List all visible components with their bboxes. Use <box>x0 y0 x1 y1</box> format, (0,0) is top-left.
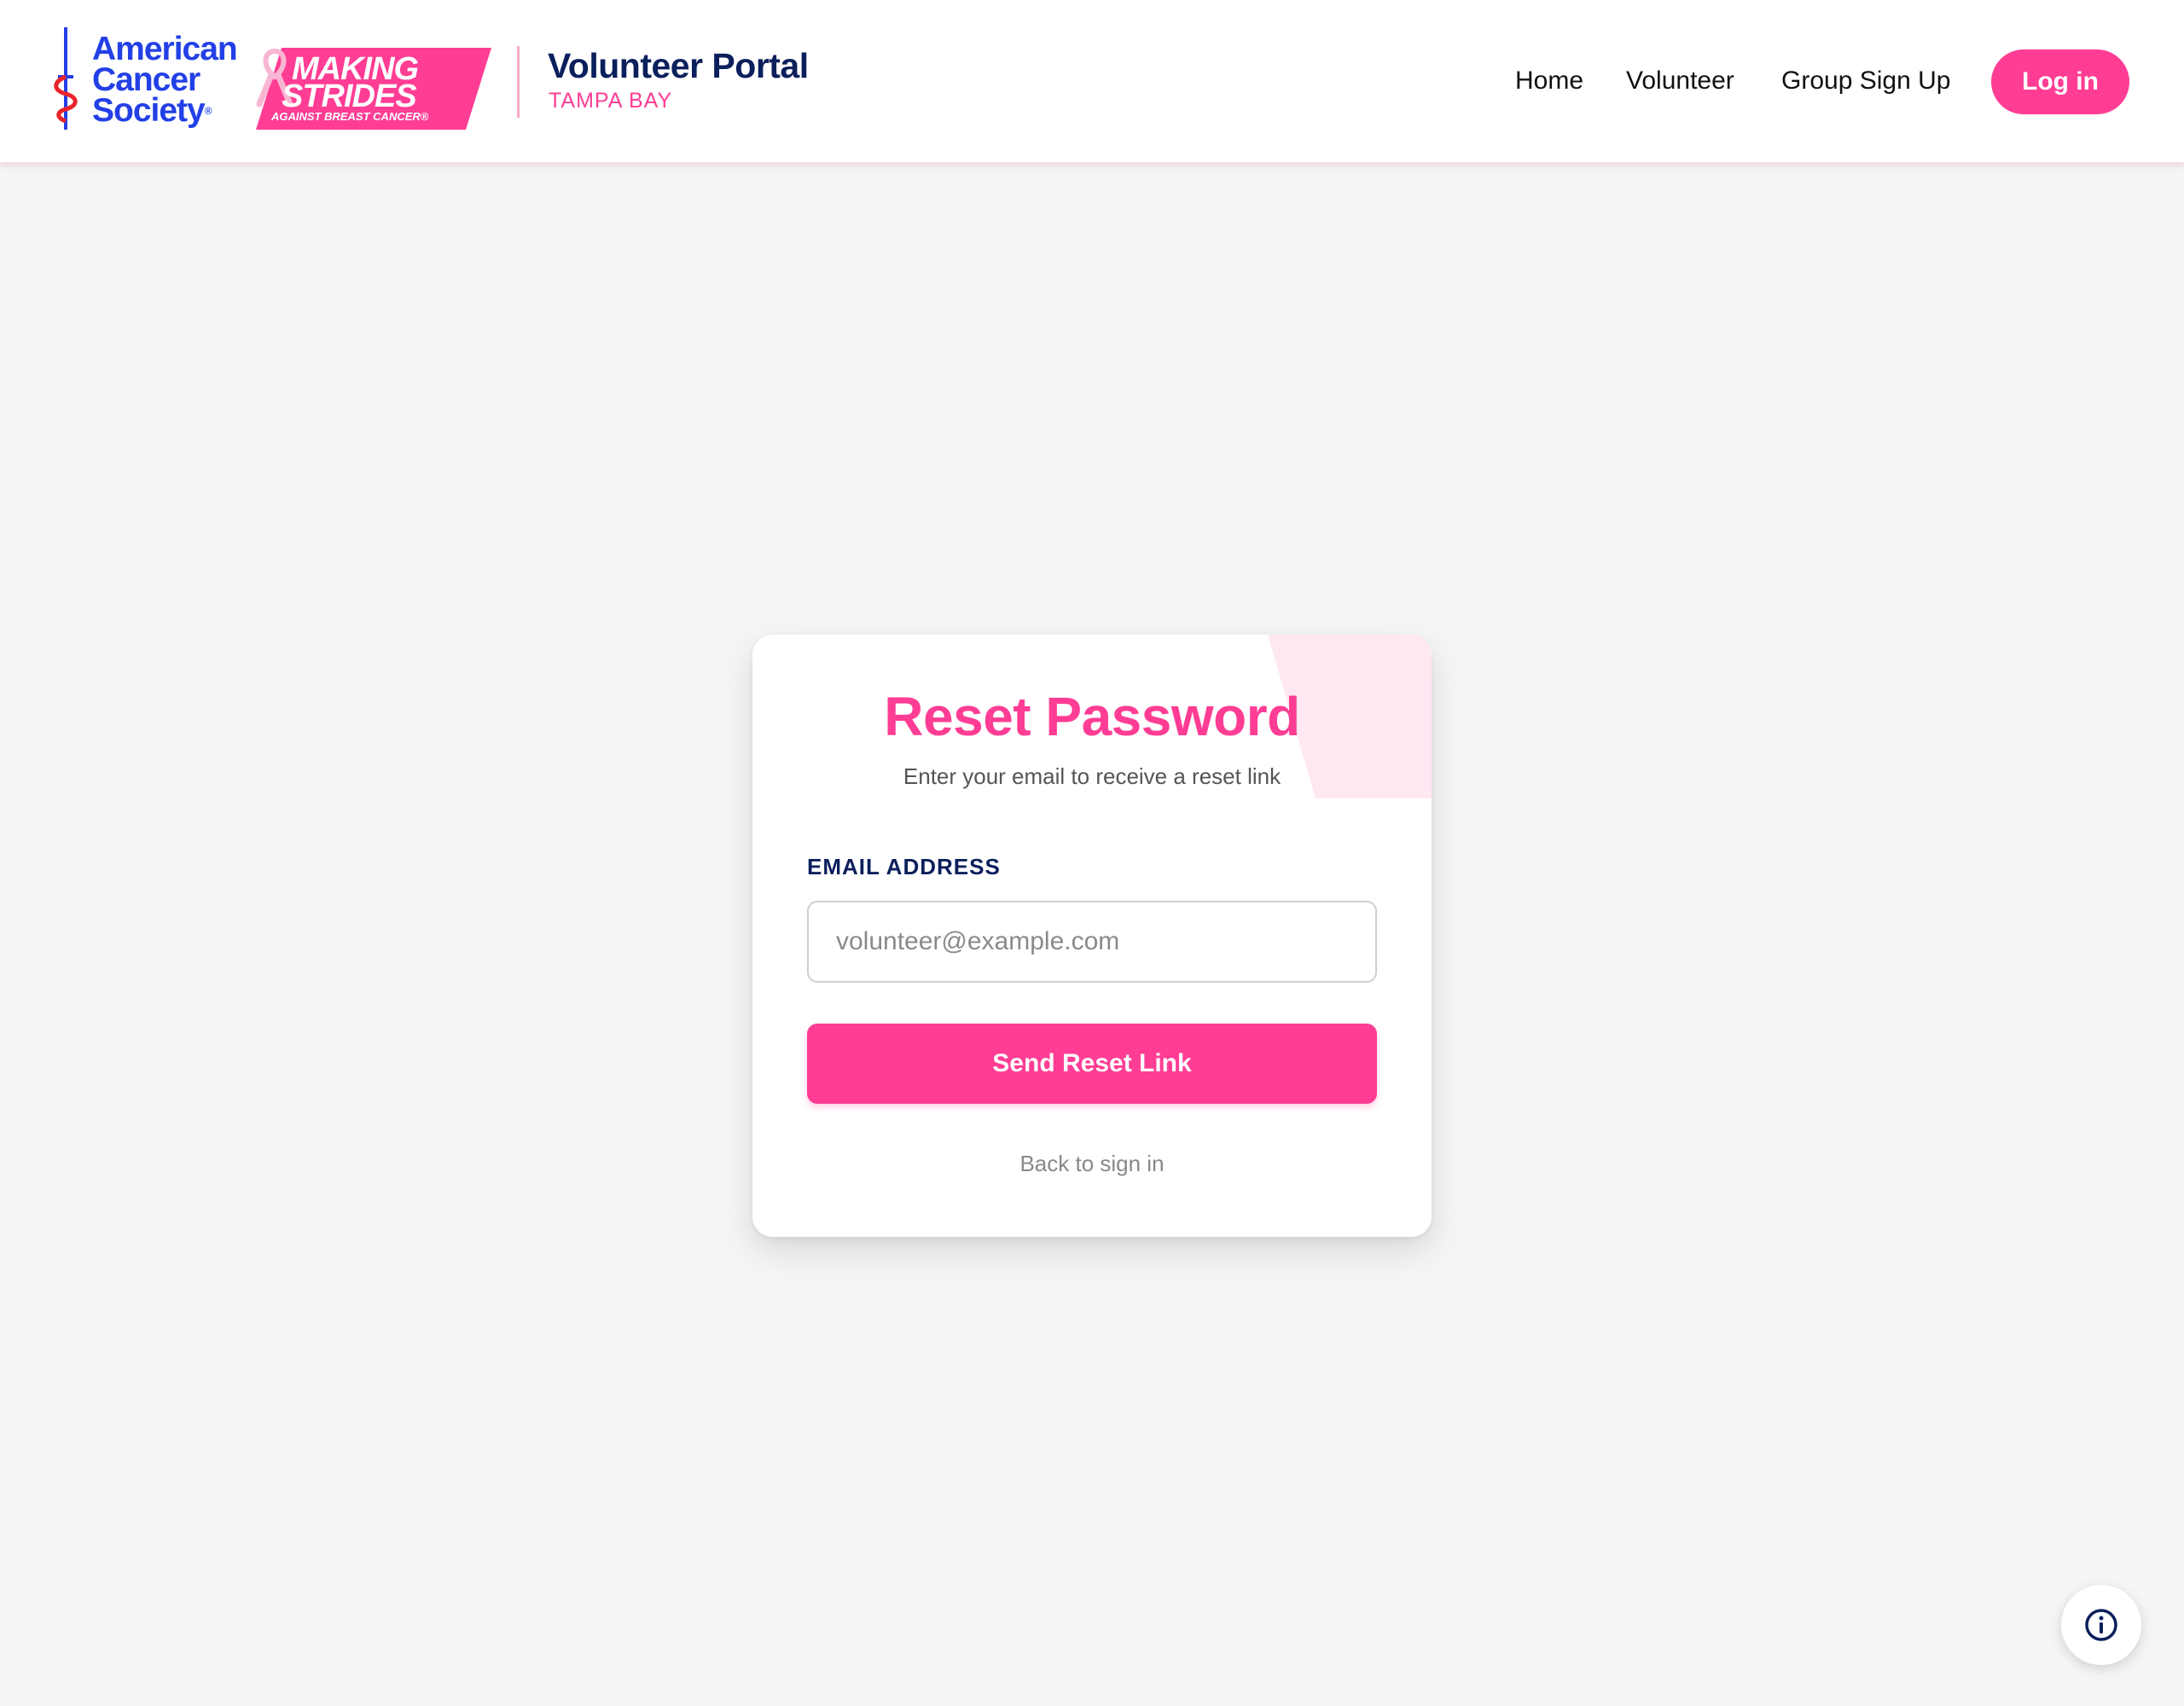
info-icon <box>2085 1609 2117 1641</box>
nav-group-sign-up[interactable]: Group Sign Up <box>1781 60 1950 102</box>
sword-icon <box>54 27 78 130</box>
page-subtitle: Enter your email to receive a reset link <box>903 763 1281 789</box>
making-strides-logo[interactable]: MAKING STRIDES AGAINST BREAST CANCER® <box>256 48 491 130</box>
making-strides-tagline: AGAINST BREAST CANCER® <box>271 110 429 123</box>
back-to-sign-in-link[interactable]: Back to sign in <box>752 1150 1432 1177</box>
nav-volunteer[interactable]: Volunteer <box>1626 60 1734 102</box>
reset-password-card: Reset Password Enter your email to recei… <box>752 635 1432 1237</box>
send-reset-link-button[interactable]: Send Reset Link <box>807 1024 1377 1104</box>
making-strides-line2: STRIDES <box>282 78 417 114</box>
header-divider <box>517 46 520 118</box>
email-input[interactable] <box>807 901 1377 983</box>
acs-wordmark: American Cancer Society® <box>92 31 238 129</box>
page-title: Reset Password <box>884 686 1300 747</box>
nav-home[interactable]: Home <box>1515 60 1583 102</box>
acs-logo[interactable]: American Cancer Society® <box>49 27 254 138</box>
login-button[interactable]: Log in <box>1991 49 2129 114</box>
portal-subtitle: TAMPA BAY <box>549 89 673 113</box>
portal-title: Volunteer Portal <box>548 46 809 85</box>
info-button[interactable] <box>2061 1585 2141 1665</box>
site-header: American Cancer Society® MAKING STRIDES … <box>0 0 2184 164</box>
email-label: EMAIL ADDRESS <box>807 854 1001 879</box>
